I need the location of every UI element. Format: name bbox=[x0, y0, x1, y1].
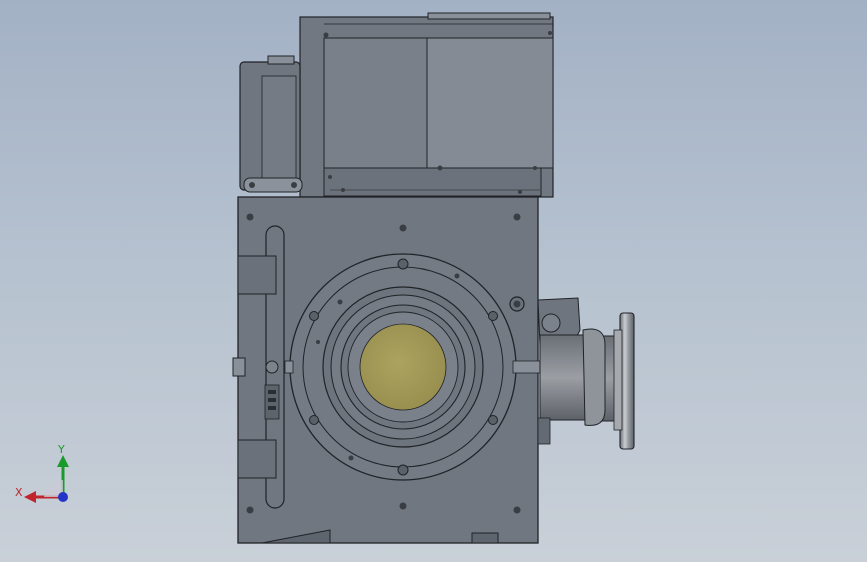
coordinate-triad bbox=[24, 455, 69, 503]
cad-model-front-view[interactable] bbox=[0, 0, 867, 562]
side-drive-unit[interactable] bbox=[537, 297, 635, 450]
graphics-viewport[interactable]: Y X bbox=[0, 0, 867, 562]
motor-housing[interactable] bbox=[299, 12, 554, 198]
cable-guard[interactable] bbox=[239, 55, 303, 193]
lens-window bbox=[359, 323, 447, 411]
y-axis-label: Y bbox=[58, 443, 65, 456]
z-axis-dot bbox=[58, 492, 68, 502]
x-axis-label: X bbox=[15, 486, 23, 499]
